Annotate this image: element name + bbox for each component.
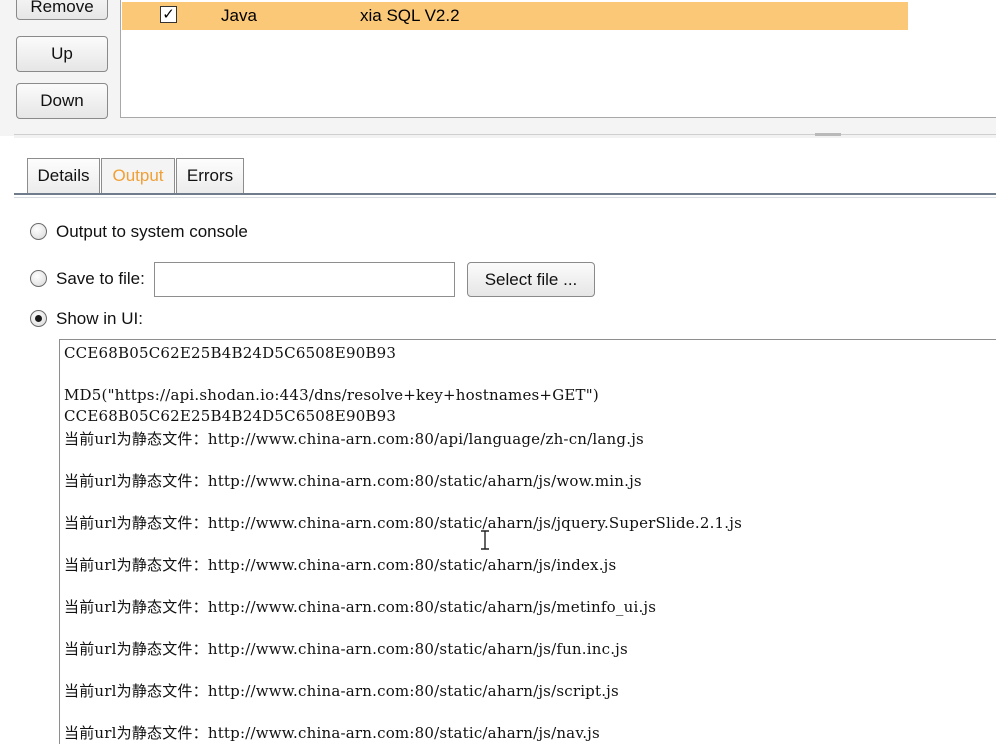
extension-name: xia SQL V2.2 xyxy=(360,6,460,25)
output-line: 当前url为静态文件：http://www.china-arn.com:80/s… xyxy=(64,514,743,532)
output-line: MD5("https://api.shodan.io:443/dns/resol… xyxy=(64,386,599,404)
show-in-ui-radio[interactable] xyxy=(30,310,47,327)
save-to-file-radio[interactable] xyxy=(30,270,47,287)
extender-output-view: Remove Up Down ✓ Java xia SQL V2.2 Detai… xyxy=(0,0,996,744)
down-button[interactable]: Down xyxy=(16,83,108,119)
remove-button[interactable]: Remove xyxy=(16,0,108,20)
extension-type: Java xyxy=(221,6,257,25)
select-file-button[interactable]: Select file ... xyxy=(467,262,595,297)
text-cursor-icon xyxy=(481,530,489,550)
splitter-grip[interactable] xyxy=(815,133,841,136)
output-line: 当前url为静态文件：http://www.china-arn.com:80/s… xyxy=(64,640,628,658)
extension-row-selected[interactable]: ✓ Java xia SQL V2.2 xyxy=(122,2,908,30)
tab-divider-shadow xyxy=(14,197,996,198)
tab-details[interactable]: Details xyxy=(27,158,100,193)
detail-tabs: Details Output Errors xyxy=(0,138,996,200)
output-line: 当前url为静态文件：http://www.china-arn.com:80/a… xyxy=(64,430,644,448)
output-line: 当前url为静态文件：http://www.china-arn.com:80/s… xyxy=(64,556,617,574)
file-path-input[interactable] xyxy=(154,262,455,297)
show-in-ui-label: Show in UI: xyxy=(56,309,143,328)
loaded-checkbox[interactable]: ✓ xyxy=(160,6,177,23)
output-textarea[interactable]: CCE68B05C62E25B4B24D5C6508E90B93 MD5("ht… xyxy=(59,339,996,744)
tab-errors[interactable]: Errors xyxy=(176,158,244,193)
tab-divider xyxy=(14,193,996,195)
output-console-label: Output to system console xyxy=(56,222,248,241)
tab-output[interactable]: Output xyxy=(101,158,175,193)
output-line: 当前url为静态文件：http://www.china-arn.com:80/s… xyxy=(64,682,619,700)
up-button[interactable]: Up xyxy=(16,36,108,72)
extensions-panel: Remove Up Down ✓ Java xia SQL V2.2 xyxy=(0,0,996,136)
output-console-radio[interactable] xyxy=(30,223,47,240)
extensions-table: ✓ Java xia SQL V2.2 xyxy=(120,0,996,118)
output-line: 当前url为静态文件：http://www.china-arn.com:80/s… xyxy=(64,472,642,490)
output-line: 当前url为静态文件：http://www.china-arn.com:80/s… xyxy=(64,724,600,742)
output-line: CCE68B05C62E25B4B24D5C6508E90B93 xyxy=(64,344,397,362)
output-line: 当前url为静态文件：http://www.china-arn.com:80/s… xyxy=(64,598,657,616)
save-to-file-label: Save to file: xyxy=(56,269,145,288)
output-line: CCE68B05C62E25B4B24D5C6508E90B93 xyxy=(64,407,397,425)
